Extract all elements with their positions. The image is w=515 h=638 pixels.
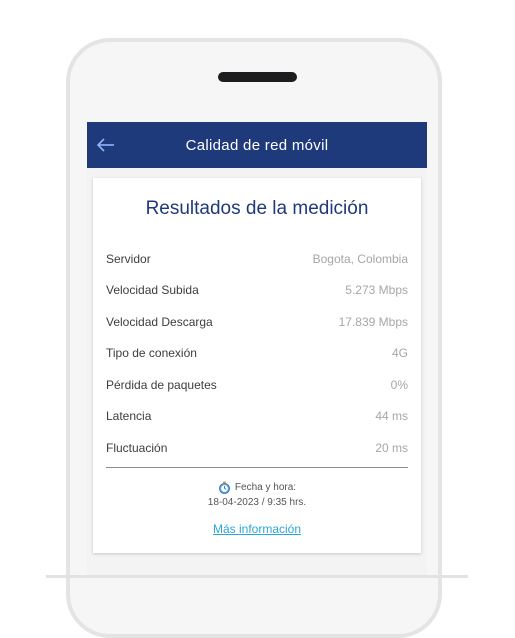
row-value: Bogota, Colombia: [312, 251, 408, 266]
row-label: Servidor: [106, 251, 151, 266]
results-list: Servidor Bogota, Colombia Velocidad Subi…: [106, 243, 408, 464]
result-row-tipo-conexion: Tipo de conexión 4G: [106, 338, 408, 370]
row-label: Latencia: [106, 409, 152, 424]
date-label-line: Fecha y hora:: [93, 481, 421, 494]
row-value: 20 ms: [375, 440, 408, 455]
row-value: 4G: [391, 346, 408, 361]
app-header: Calidad de red móvil: [87, 122, 427, 168]
result-row-velocidad-descarga: Velocidad Descarga 17.839 Mbps: [106, 306, 408, 338]
result-row-fluctuacion: Fluctuación 20 ms: [106, 432, 408, 464]
phone-base-line: [46, 575, 468, 578]
row-label: Velocidad Subida: [106, 283, 199, 298]
date-value: 18-04-2023 / 9:35 hrs.: [207, 497, 307, 508]
stopwatch-icon: [218, 481, 231, 494]
card-title: Resultados de la medición: [145, 198, 369, 219]
row-value: 5.273 Mbps: [345, 283, 408, 298]
divider: [106, 467, 408, 468]
more-info-link[interactable]: Más información: [213, 522, 301, 536]
results-card: Resultados de la medición Servidor Bogot…: [93, 178, 421, 553]
result-row-perdida-paquetes: Pérdida de paquetes 0%: [106, 369, 408, 401]
row-label: Fluctuación: [106, 440, 168, 455]
page-title: Calidad de red móvil: [185, 136, 329, 154]
row-label: Tipo de conexión: [106, 346, 197, 361]
row-value: 44 ms: [375, 409, 408, 424]
row-label: Pérdida de paquetes: [106, 377, 217, 392]
result-row-latencia: Latencia 44 ms: [106, 401, 408, 433]
phone-speaker: [218, 72, 297, 82]
phone-screen: Calidad de red móvil Resultados de la me…: [87, 122, 427, 578]
row-value: 0%: [390, 377, 408, 392]
measurement-footer: Fecha y hora: 18-04-2023 / 9:35 hrs. Más…: [93, 481, 421, 538]
row-value: 17.839 Mbps: [338, 314, 408, 329]
date-label: Fecha y hora:: [234, 482, 297, 493]
result-row-servidor: Servidor Bogota, Colombia: [106, 243, 408, 275]
row-label: Velocidad Descarga: [106, 314, 213, 329]
arrow-left-icon[interactable]: [95, 134, 117, 156]
result-row-velocidad-subida: Velocidad Subida 5.273 Mbps: [106, 275, 408, 307]
